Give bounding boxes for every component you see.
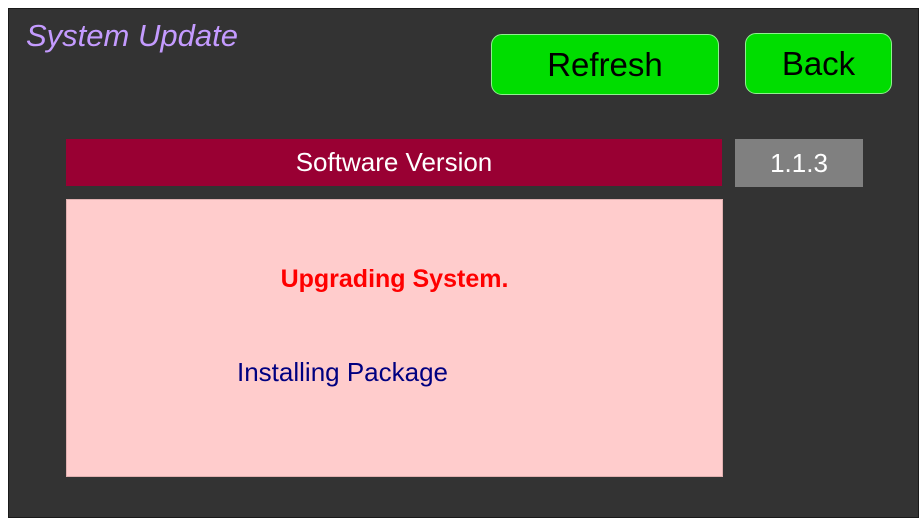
update-status-panel: Upgrading System. Installing Package (66, 199, 723, 477)
refresh-button[interactable]: Refresh (491, 34, 719, 95)
refresh-button-label: Refresh (547, 45, 663, 83)
back-button[interactable]: Back (745, 33, 892, 94)
back-button-label: Back (781, 44, 856, 82)
software-version-label-bar: Software Version (66, 139, 722, 186)
software-version-value-box: 1.1.3 (735, 139, 863, 187)
status-detail: Installing Package (237, 357, 449, 387)
system-update-screen: System Update Refresh Back Software Vers… (8, 8, 919, 518)
page-title: System Update (26, 18, 238, 53)
software-version-label: Software Version (295, 147, 493, 177)
software-version-value: 1.1.3 (770, 147, 828, 178)
status-title: Upgrading System. (280, 265, 509, 293)
